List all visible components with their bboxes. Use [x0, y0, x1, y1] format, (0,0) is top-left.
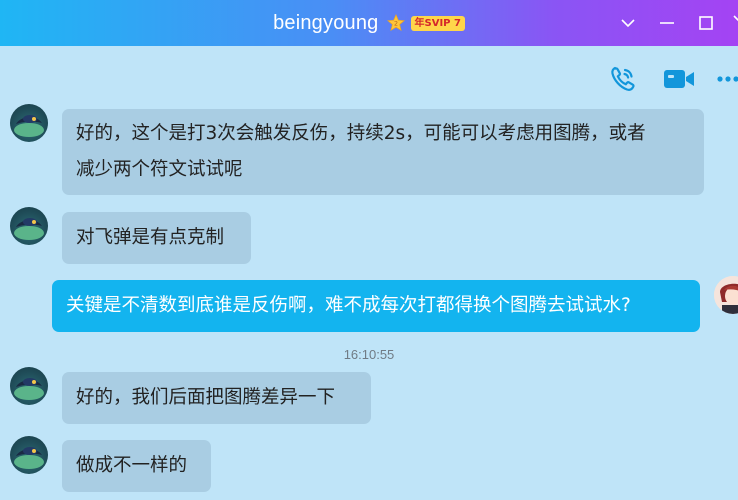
- chevron-down-icon[interactable]: [616, 11, 640, 35]
- close-icon[interactable]: [729, 11, 738, 35]
- avatar-art-icon: [714, 276, 738, 314]
- svip-badge: 年SVIP 7: [410, 15, 465, 31]
- message-bubble-incoming[interactable]: 对飞弹是有点克制: [62, 212, 251, 264]
- contact-avatar[interactable]: [10, 104, 48, 142]
- my-avatar[interactable]: [714, 276, 738, 314]
- message-text: 好的，我们后面把图腾差异一下: [76, 387, 336, 408]
- avatar-art-icon: [14, 115, 44, 137]
- svg-text:2: 2: [393, 21, 397, 28]
- chat-title: beingyoung: [273, 11, 379, 34]
- more-icon[interactable]: [716, 74, 738, 84]
- avatar-art-icon: [14, 378, 44, 400]
- message-text: 好的，这个是打3次会触发反伤，持续2s，可能可以考虑用图腾，或者: [76, 123, 646, 144]
- avatar-art-icon: [14, 218, 44, 240]
- message-bubble-incoming[interactable]: 好的，这个是打3次会触发反伤，持续2s，可能可以考虑用图腾，或者 减少两个符文试…: [62, 109, 704, 195]
- maximize-icon[interactable]: [694, 11, 718, 35]
- message-bubble-incoming[interactable]: 做成不一样的: [62, 440, 211, 492]
- phone-call-icon[interactable]: [608, 64, 638, 94]
- contact-avatar[interactable]: [10, 436, 48, 474]
- minimize-icon[interactable]: [655, 11, 679, 35]
- message-text: 减少两个符文试试呢: [76, 159, 243, 180]
- message-text: 关键是不清数到底谁是反伤啊，难不成每次打都得换个图腾去试试水?: [66, 295, 631, 316]
- avatar-art-icon: [14, 447, 44, 469]
- vip-crown-icon: 2: [386, 14, 405, 31]
- message-timestamp: 16:10:55: [343, 347, 395, 362]
- message-bubble-outgoing[interactable]: 关键是不清数到底谁是反伤啊，难不成每次打都得换个图腾去试试水?: [52, 280, 700, 332]
- message-text: 对飞弹是有点克制: [76, 227, 225, 248]
- contact-avatar[interactable]: [10, 367, 48, 405]
- video-call-icon[interactable]: [662, 66, 696, 92]
- message-text: 做成不一样的: [76, 455, 188, 476]
- message-bubble-incoming[interactable]: 好的，我们后面把图腾差异一下: [62, 372, 371, 424]
- contact-avatar[interactable]: [10, 207, 48, 245]
